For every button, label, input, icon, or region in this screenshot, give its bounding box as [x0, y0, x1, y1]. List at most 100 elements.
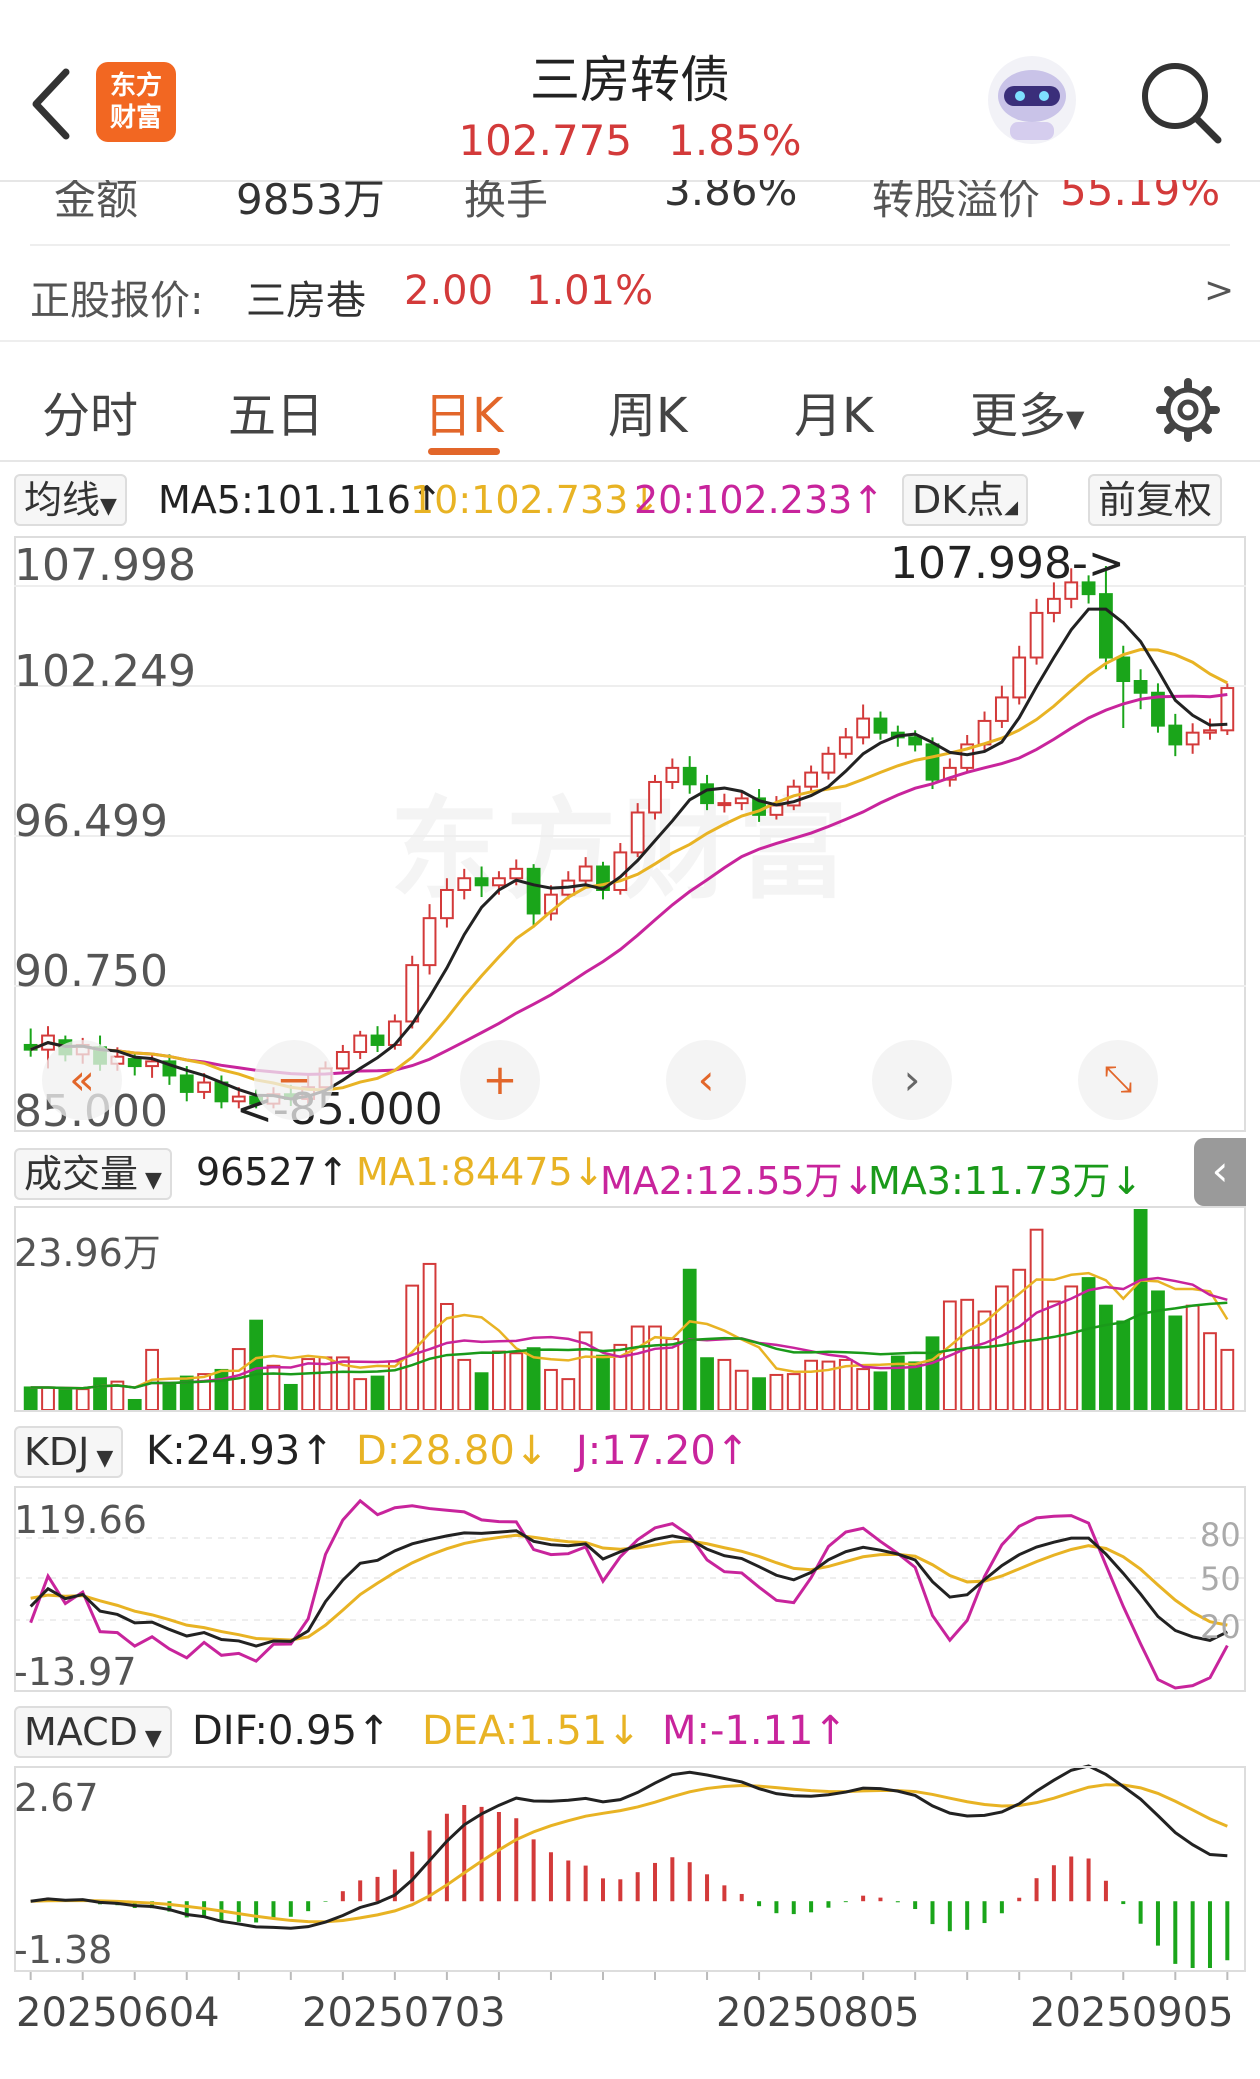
vol-ma2-text: MA2:12.55万	[600, 1159, 843, 1203]
candle-body	[769, 804, 784, 816]
candle-body	[682, 766, 697, 786]
candle-body	[509, 867, 524, 880]
candle-body	[1047, 597, 1061, 614]
next-icon[interactable]: ›	[872, 1040, 952, 1120]
kdj-d-text: D:28.80	[356, 1428, 515, 1474]
date-label-4: 20250905	[1030, 1990, 1234, 2036]
volume-value-arrow: ↑	[316, 1150, 349, 1194]
candle-body	[1029, 611, 1044, 659]
volume-selector-label: 成交量	[24, 1152, 139, 1196]
kdj-axis-max: 119.66	[14, 1498, 147, 1542]
macd-m-arrow: ↑	[813, 1708, 847, 1754]
candle-body	[405, 964, 420, 1023]
candle-body	[197, 1081, 211, 1093]
date-label-3: 20250805	[716, 1990, 920, 2036]
minus-icon[interactable]: −	[254, 1040, 334, 1120]
macd-dea-arrow: ↓	[607, 1708, 641, 1754]
vol-ma2: MA2:12.55万↓	[600, 1150, 874, 1205]
kdj-k-text: K:24.93	[146, 1428, 301, 1474]
candle-body	[145, 1060, 159, 1068]
candle-body	[630, 811, 645, 854]
ma5-line	[30, 607, 1228, 1101]
candle-body	[821, 752, 836, 774]
candle-body	[422, 917, 437, 967]
volume-panel[interactable]	[14, 1206, 1246, 1412]
kdj-level-50: 50	[1200, 1560, 1241, 1598]
candle-body	[440, 888, 454, 920]
vol-ma1: MA1:84475↓	[356, 1150, 605, 1194]
kdj-k-arrow: ↑	[300, 1428, 334, 1474]
volume-selector[interactable]: 成交量 ▼	[14, 1148, 172, 1200]
vol-ma3: MA3:11.73万↓	[868, 1150, 1142, 1205]
dropdown-caret-icon: ▼	[137, 1726, 162, 1751]
macd-dif: DIF:0.95↑	[192, 1708, 391, 1754]
candle-body	[925, 743, 940, 781]
macd-dif-arrow: ↑	[357, 1708, 391, 1754]
candle-body	[578, 865, 593, 882]
expand-icon[interactable]: ⤡	[1078, 1040, 1158, 1120]
high-marker: 107.998->	[890, 538, 1125, 589]
kdj-selector-label: KDJ	[24, 1430, 90, 1474]
collapse-left-icon[interactable]: ‹	[1194, 1138, 1246, 1206]
candle-body	[1099, 593, 1113, 659]
volume-value-text: 96527	[196, 1150, 317, 1194]
candle-body	[335, 1050, 350, 1070]
kline-axis-2: 102.249	[14, 646, 196, 697]
vol-ma1-text: MA1:84475	[356, 1150, 573, 1194]
candle-body	[370, 1034, 385, 1046]
date-label-1: 20250604	[16, 1990, 220, 2036]
kdj-j: J:17.20↑	[576, 1428, 749, 1474]
candle-body	[474, 877, 489, 887]
kdj-axis-min: -13.97	[14, 1650, 137, 1694]
kdj-d-arrow: ↓	[514, 1428, 549, 1474]
date-label-2: 20250703	[302, 1990, 506, 2036]
ma20-line	[30, 693, 1228, 1076]
plus-icon[interactable]: +	[460, 1040, 540, 1120]
candle-body	[492, 877, 506, 887]
macd-panel[interactable]	[14, 1766, 1246, 1972]
kdj-level-80: 80	[1200, 1516, 1241, 1554]
candle-body	[1168, 724, 1183, 746]
kdj-d: D:28.80↓	[356, 1428, 548, 1474]
candle-body	[1185, 731, 1200, 746]
volume-value: 96527↑	[196, 1150, 349, 1194]
rewind-icon[interactable]: «	[42, 1040, 122, 1120]
macd-dif-text: DIF:0.95	[192, 1708, 358, 1754]
macd-dea: DEA:1.51↓	[422, 1708, 641, 1754]
candle-body	[908, 736, 923, 746]
candle-body	[838, 736, 853, 755]
kline-axis-max: 107.998	[14, 540, 196, 591]
candle-body	[353, 1034, 368, 1053]
macd-dea-text: DEA:1.51	[422, 1708, 608, 1754]
kdj-level-20: 20	[1200, 1608, 1241, 1646]
kline-axis-4: 90.750	[14, 946, 168, 997]
candle-body	[856, 717, 871, 739]
candle-body	[1116, 656, 1131, 683]
vol-ma3-text: MA3:11.73万	[868, 1159, 1111, 1203]
candle-body	[127, 1058, 142, 1068]
candle-body	[665, 766, 680, 783]
kdj-selector[interactable]: KDJ ▼	[14, 1426, 124, 1478]
candle-body	[734, 797, 749, 805]
macd-selector[interactable]: MACD ▼	[14, 1706, 172, 1758]
macd-m-text: M:-1.11	[662, 1708, 814, 1754]
kdj-j-arrow: ↑	[715, 1428, 750, 1474]
kline-axis-3: 96.499	[14, 796, 168, 847]
macd-m: M:-1.11↑	[662, 1708, 847, 1754]
volume-axis-max: 23.96万	[14, 1231, 161, 1275]
kdj-panel[interactable]	[14, 1486, 1246, 1692]
candle-body	[1012, 656, 1027, 699]
dropdown-caret-icon: ▼	[89, 1446, 114, 1471]
candle-body	[804, 771, 818, 788]
kdj-k: K:24.93↑	[146, 1428, 334, 1474]
vol-ma3-arrow: ↓	[1110, 1159, 1143, 1203]
candle-body	[994, 696, 1009, 722]
macd-axis-max: 2.67	[14, 1776, 99, 1820]
kdj-j-text: J:17.20	[576, 1428, 716, 1474]
macd-axis-min: -1.38	[14, 1928, 113, 1972]
candle-body	[526, 867, 541, 915]
candle-body	[457, 877, 472, 891]
prev-icon[interactable]: ‹	[666, 1040, 746, 1120]
candle-body	[1203, 729, 1217, 734]
macd-selector-label: MACD	[24, 1710, 138, 1754]
